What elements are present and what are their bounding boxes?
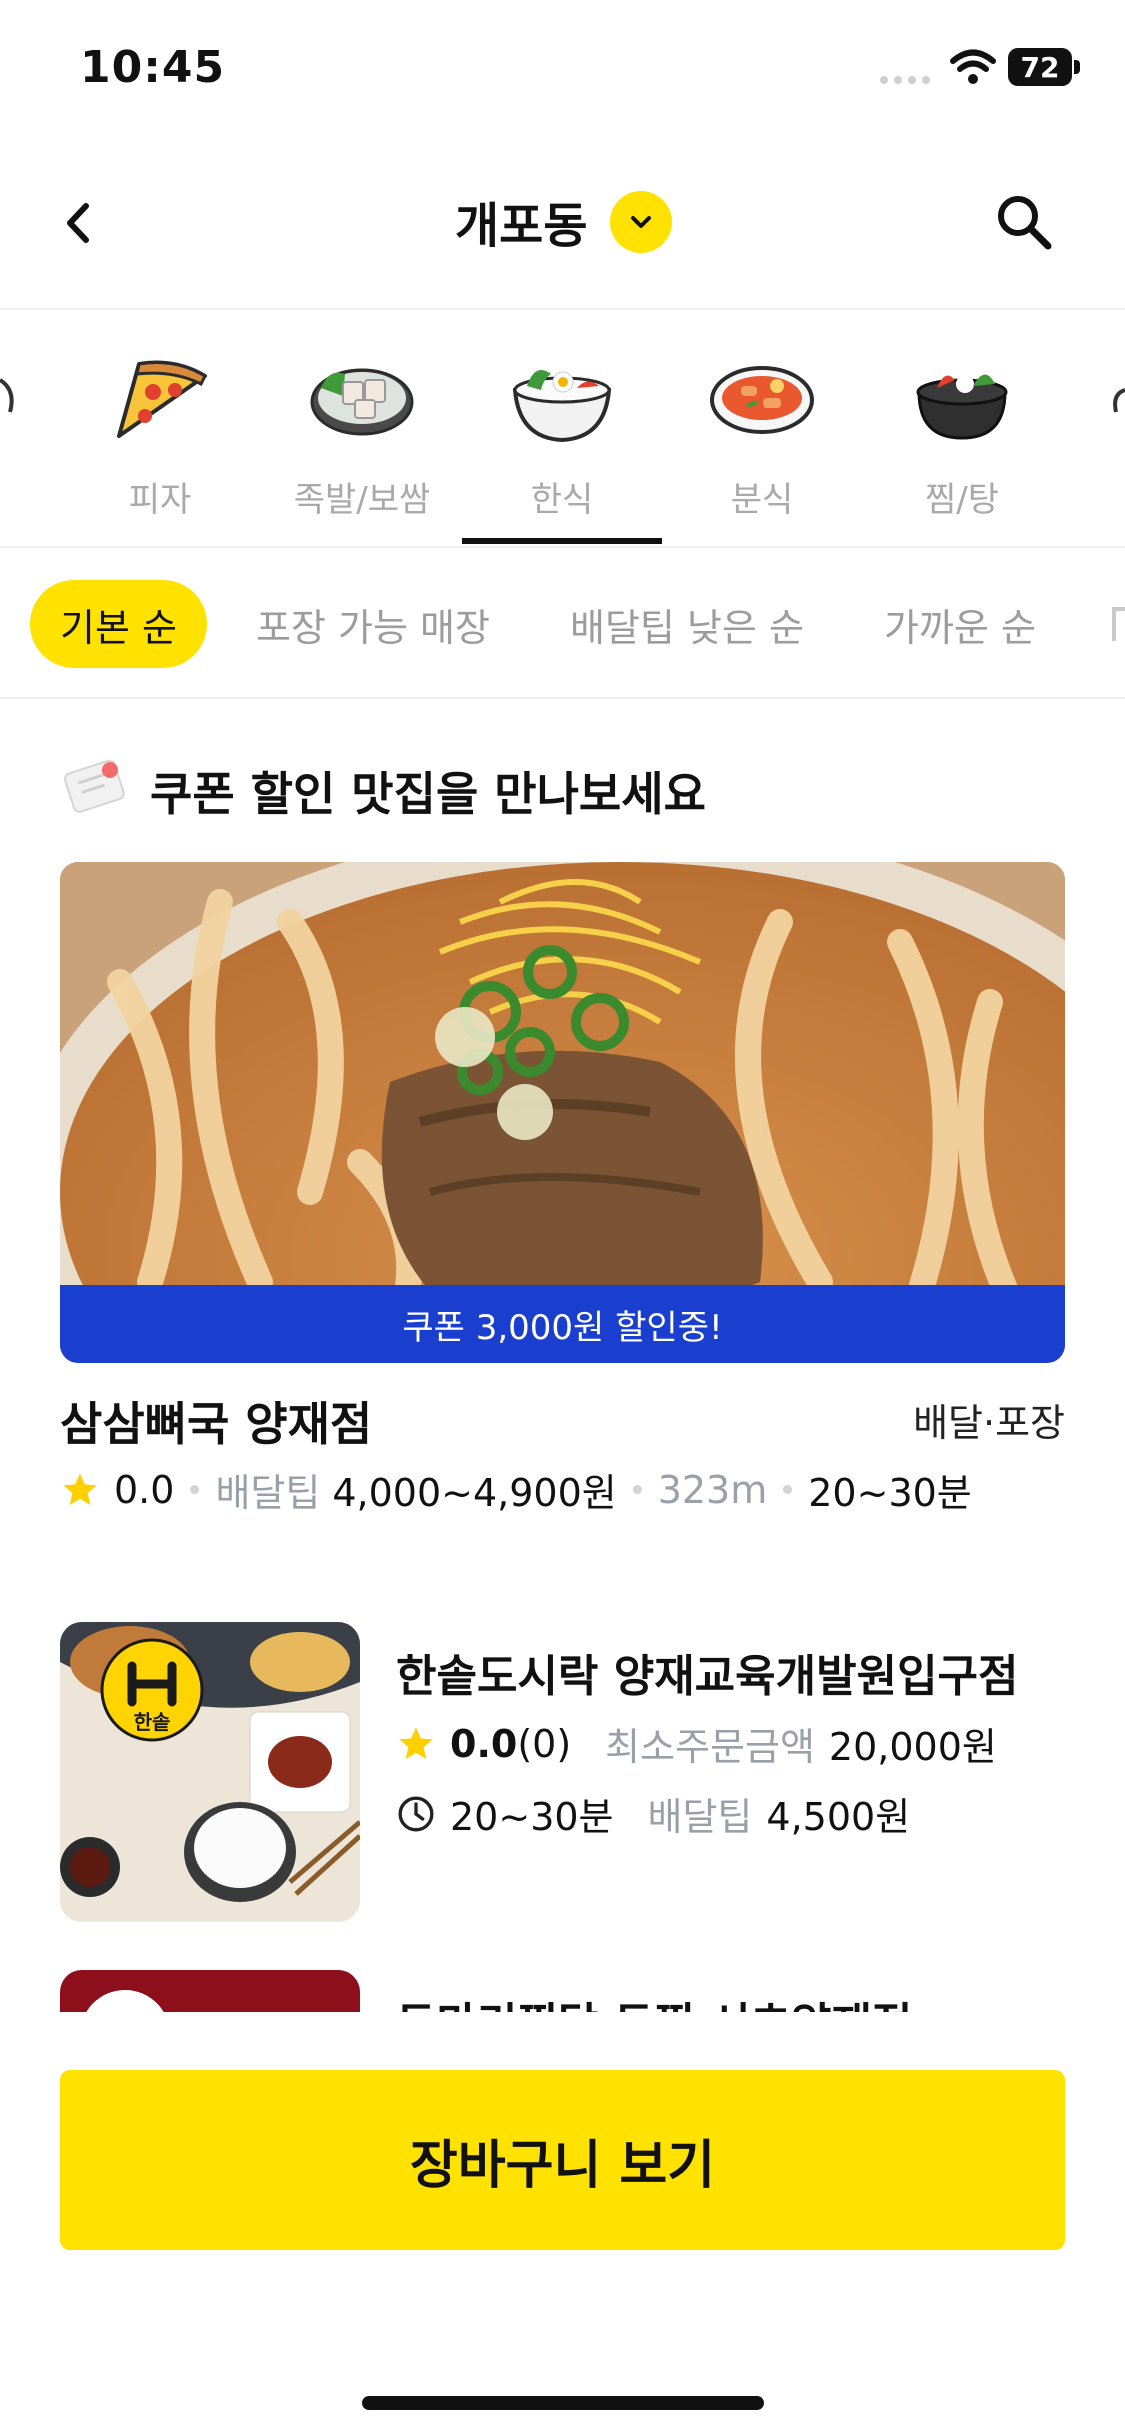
search-icon[interactable]: [990, 188, 1060, 258]
category-pizza[interactable]: 피자: [95, 340, 225, 521]
category-label: 찜/탕: [924, 480, 999, 520]
review-count: (0): [517, 1721, 572, 1766]
back-arrow-icon[interactable]: [56, 190, 100, 256]
category-label: 족발/보쌈: [293, 480, 431, 520]
delivery-tip-value: 4,500원: [766, 1795, 911, 1839]
location-dropdown-button[interactable]: [610, 191, 672, 253]
home-indicator[interactable]: [362, 2396, 764, 2410]
store-thumbnail[interactable]: 한솥: [60, 1622, 360, 1922]
filter-default-sort[interactable]: 기본 순: [30, 580, 207, 668]
clock-icon: [398, 1796, 434, 1831]
active-category-underline: [462, 538, 662, 544]
battery-tip: [1074, 60, 1080, 74]
category-stew[interactable]: 찜/탕: [897, 340, 1027, 521]
store-name[interactable]: 두마리찜닭 두찜 서초양재점: [396, 1988, 912, 2012]
min-order-label: 최소주문금액: [605, 1725, 815, 1769]
header-divider: [0, 308, 1125, 310]
pizza-icon: [117, 360, 207, 438]
delivery-time: 20~30분: [808, 1471, 972, 1515]
store-distance: 323m: [657, 1467, 768, 1512]
store-rating-row: 0.0 (0) 최소주문금액 20,000원: [396, 1716, 997, 1771]
lunchbox-photo: [60, 1622, 360, 1922]
store-service-type: 배달·포장: [913, 1401, 1065, 1445]
separator-dot: [783, 1485, 793, 1494]
location-title[interactable]: 개포동: [455, 186, 587, 256]
store-rating: 0.0: [450, 1721, 518, 1766]
store-name[interactable]: 삼삼뼈국 양재점: [60, 1388, 372, 1454]
delivery-tip-value: 4,000~4,900원: [332, 1471, 617, 1515]
view-cart-button[interactable]: 장바구니 보기: [60, 2070, 1065, 2250]
partial-category-icon-right[interactable]: [1110, 380, 1125, 420]
category-label: 한식: [530, 480, 594, 520]
filter-partial[interactable]: [1112, 580, 1125, 668]
store-rating: 0.0: [114, 1467, 175, 1512]
category-bossam[interactable]: 족발/보쌈: [294, 340, 430, 521]
coupon-discount-banner: 쿠폰 3,000원 할인중!: [60, 1285, 1065, 1363]
store-delivery-row: 20~30분 배달팁 4,500원: [396, 1786, 910, 1841]
delivery-time: 20~30분: [450, 1795, 614, 1839]
category-label: 피자: [128, 480, 192, 520]
store-meta-row: 0.0 배달팁 4,000~4,900원 323m 20~30분: [60, 1462, 972, 1517]
coupon-section-title: 쿠폰 할인 맛집을 만나보세요: [150, 767, 706, 821]
store-logo: [80, 1990, 170, 2012]
stew-pot-icon: [916, 374, 1008, 440]
category-korean[interactable]: 한식: [497, 340, 627, 521]
partial-category-icon-left[interactable]: [0, 372, 18, 432]
store-thumbnail[interactable]: [60, 1970, 360, 2012]
category-bunsik[interactable]: 분식: [697, 340, 827, 521]
filter-takeout-available[interactable]: 포장 가능 매장: [256, 580, 490, 668]
store-logo-text: 한솥: [133, 1710, 171, 1734]
bossam-icon: [310, 368, 414, 436]
separator-dot: [632, 1485, 642, 1494]
cellular-signal-icon: [880, 76, 932, 84]
filter-divider: [0, 697, 1125, 699]
category-divider: [0, 546, 1125, 548]
store-name[interactable]: 한솥도시락 양재교육개발원입구점: [396, 1640, 1019, 1704]
star-icon: [399, 1726, 433, 1759]
separator-dot: [190, 1485, 200, 1494]
bibimbap-icon: [512, 370, 612, 443]
coupon-icon: [64, 759, 125, 813]
wifi-icon: [950, 49, 996, 84]
filter-nearest[interactable]: 가까운 순: [884, 580, 1036, 668]
category-label: 분식: [730, 480, 794, 520]
status-time: 10:45: [80, 42, 226, 93]
store-list-item-partial[interactable]: 두마리찜닭 두찜 서초양재점: [0, 1970, 1125, 2012]
tteokbokki-icon: [710, 366, 814, 434]
battery-indicator: 72: [1008, 48, 1072, 86]
delivery-tip-label: 배달팁: [215, 1471, 321, 1515]
chevron-down-icon: [631, 216, 651, 228]
delivery-tip-label: 배달팁: [647, 1795, 753, 1839]
min-order-value: 20,000원: [828, 1725, 997, 1769]
filter-low-delivery-tip[interactable]: 배달팁 낮은 순: [570, 580, 804, 668]
star-icon: [63, 1472, 97, 1505]
